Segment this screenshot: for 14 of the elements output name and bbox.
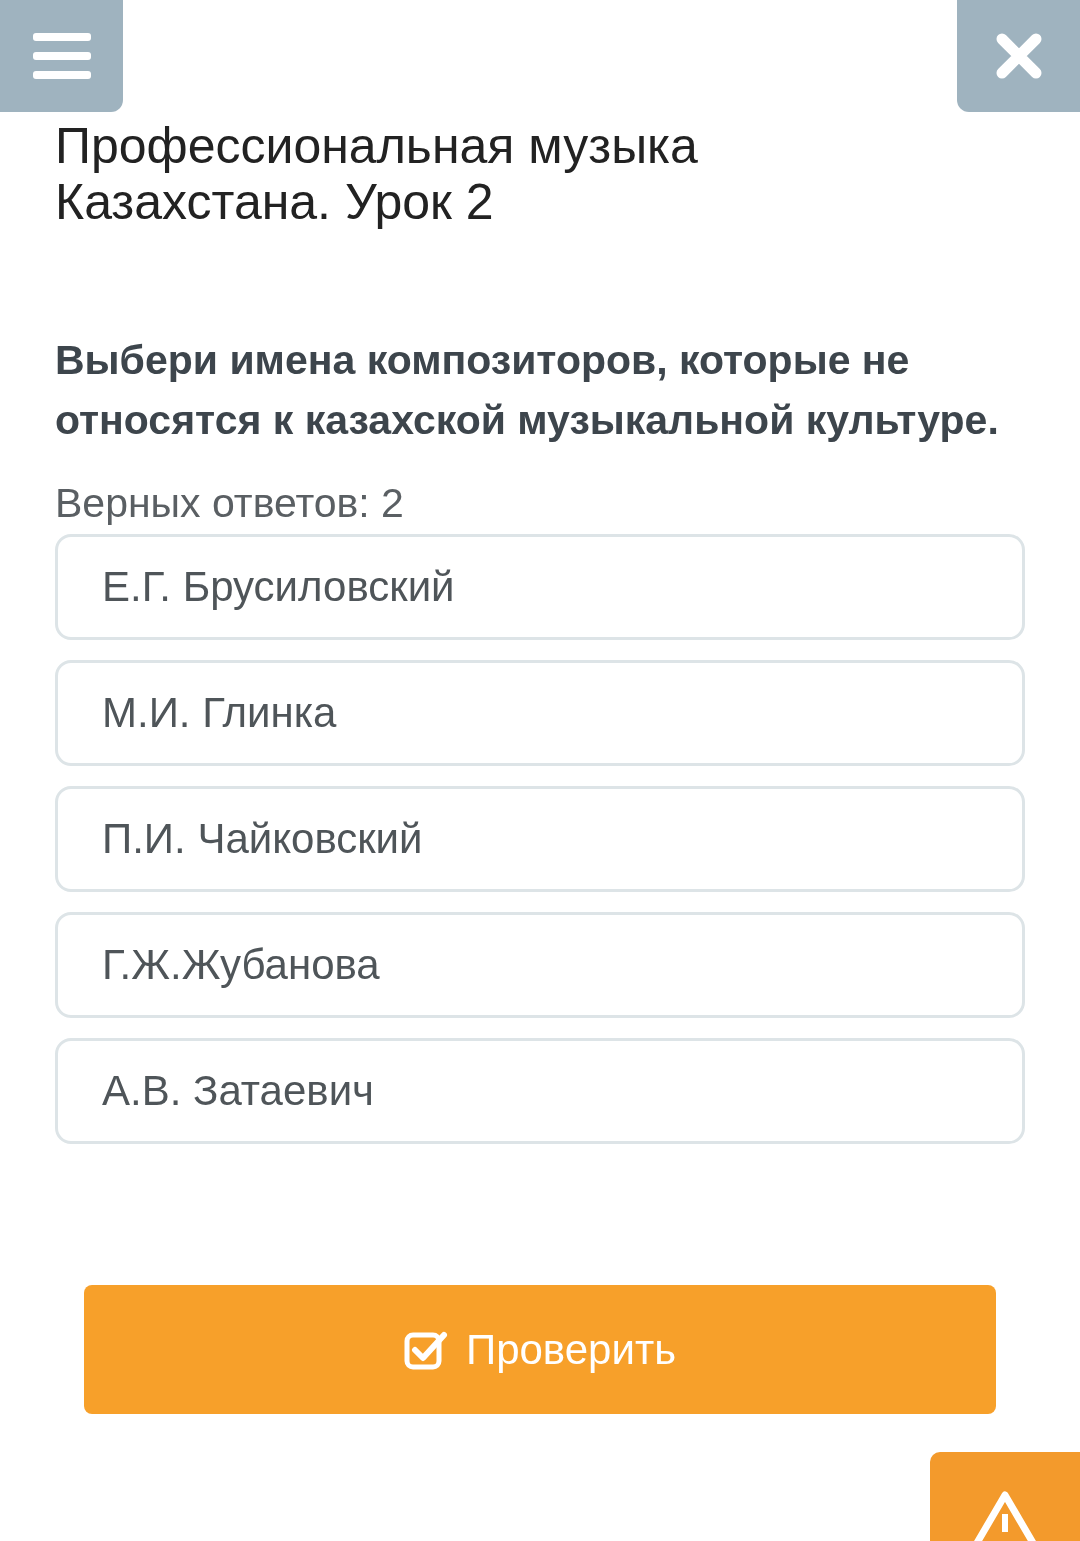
answer-option[interactable]: Г.Ж.Жубанова: [55, 912, 1025, 1018]
close-button[interactable]: [957, 0, 1080, 112]
answer-option[interactable]: А.В. Затаевич: [55, 1038, 1025, 1144]
close-icon: [995, 33, 1042, 79]
checkbox-icon: [403, 1329, 448, 1370]
lesson-title: Профессиональная музыка Казахстана. Урок 2: [55, 118, 699, 230]
question-text: Выбери имена композиторов, которые не относятся к казахской музыкальной культуре.: [55, 336, 1000, 445]
answer-option[interactable]: Е.Г. Брусиловский: [55, 534, 1025, 640]
answer-option[interactable]: П.И. Чайковский: [55, 786, 1025, 892]
answer-option[interactable]: М.И. Глинка: [55, 660, 1025, 766]
menu-button[interactable]: [0, 0, 123, 112]
menu-icon: [32, 33, 91, 79]
correct-answers-count: Верных ответов: 2: [55, 479, 405, 528]
report-button[interactable]: [930, 1452, 1080, 1541]
